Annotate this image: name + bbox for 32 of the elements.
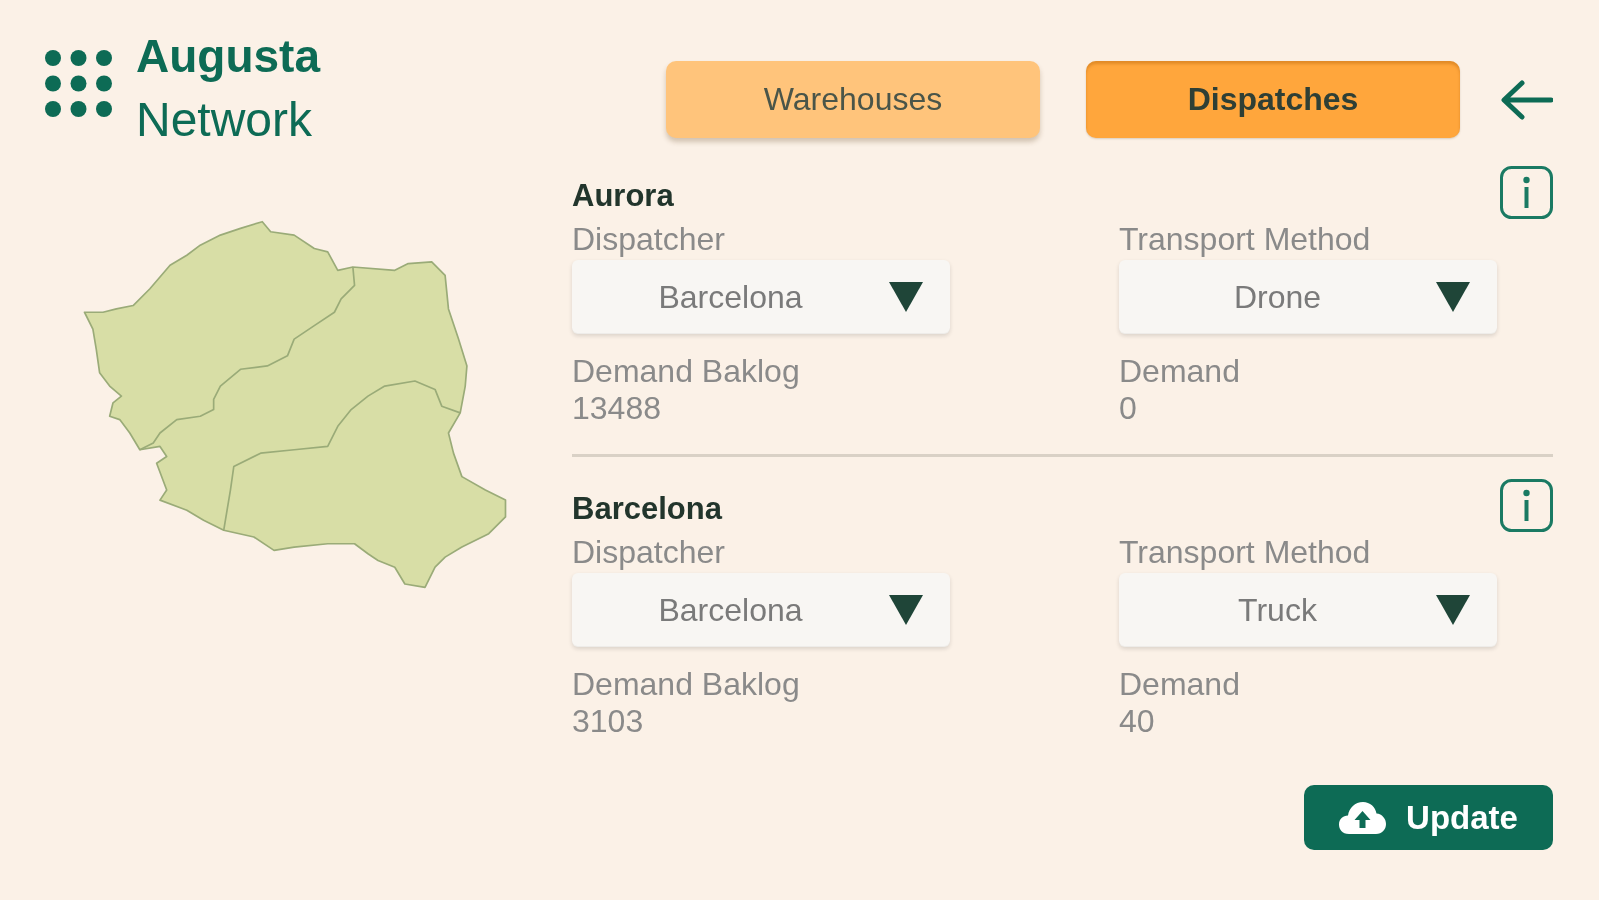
dot-grid-icon xyxy=(45,50,112,117)
dispatcher-dropdown[interactable]: Barcelona xyxy=(572,573,950,647)
region-name: Aurora xyxy=(572,176,674,215)
region-name: Barcelona xyxy=(572,489,722,528)
field-label: Demand xyxy=(1119,666,1241,702)
field-label: Demand xyxy=(1119,353,1241,389)
app-title: Augusta xyxy=(136,29,320,84)
tab[interactable]: Warehouses xyxy=(666,61,1040,138)
caret-icon xyxy=(1436,282,1470,312)
field-label: Demand Baklog xyxy=(572,353,801,389)
caret-icon xyxy=(1436,595,1470,625)
dispatcher-dropdown[interactable]: Barcelona xyxy=(572,260,950,334)
demand-value: 40 xyxy=(1119,702,1156,740)
info-icon[interactable] xyxy=(1500,479,1553,532)
demand-value: 0 xyxy=(1119,389,1138,427)
field-label: Transport Method xyxy=(1119,221,1372,257)
field-label: Demand Baklog xyxy=(572,666,801,702)
back-arrow-icon[interactable] xyxy=(1500,79,1553,120)
caret-icon xyxy=(889,595,923,625)
field-label: Dispatcher xyxy=(572,221,726,257)
backlog-value: 13488 xyxy=(572,389,662,427)
info-icon[interactable] xyxy=(1500,166,1553,219)
caret-icon xyxy=(889,282,923,312)
transport-dropdown[interactable]: Drone xyxy=(1119,260,1497,334)
field-label: Dispatcher xyxy=(572,534,726,570)
backlog-value: 3103 xyxy=(572,702,645,740)
cloud-upload-icon xyxy=(1339,801,1387,834)
tab[interactable]: Dispatches xyxy=(1086,61,1460,138)
app-subtitle: Network xyxy=(136,92,314,148)
update-button[interactable]: Update xyxy=(1304,785,1553,850)
field-label: Transport Method xyxy=(1119,534,1372,570)
transport-dropdown[interactable]: Truck xyxy=(1119,573,1497,647)
